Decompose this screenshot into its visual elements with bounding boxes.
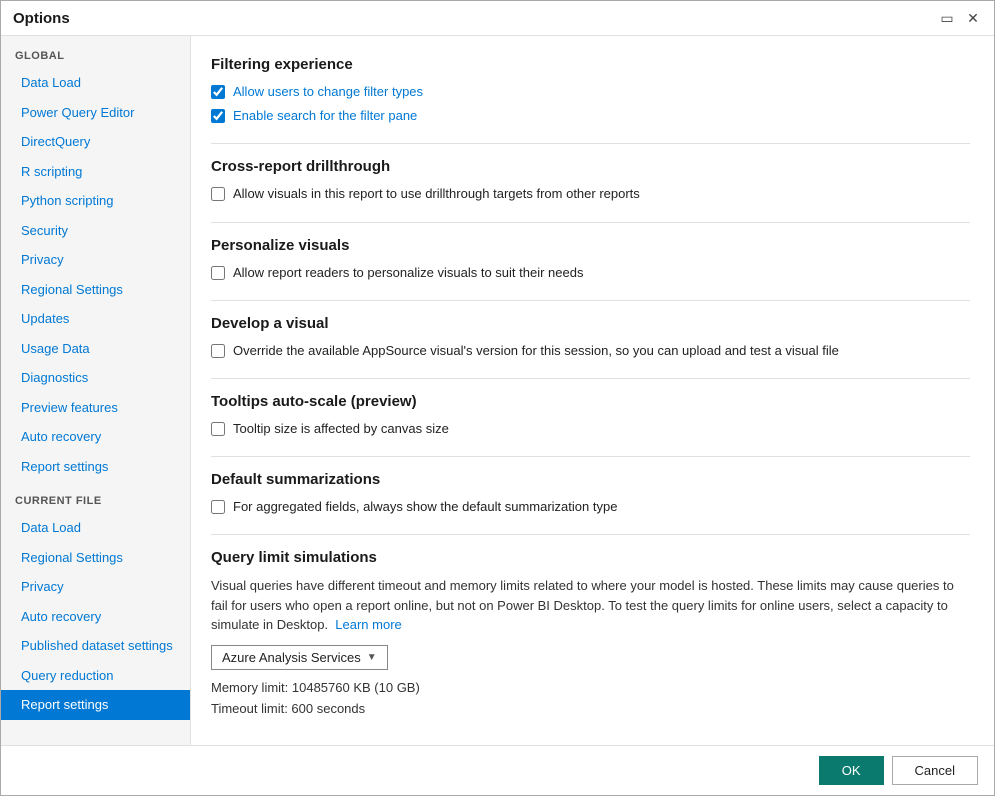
label-aggregated-fields: For aggregated fields, always show the d… bbox=[233, 498, 617, 516]
main-scroll-area[interactable]: Filtering experience Allow users to chan… bbox=[191, 36, 994, 745]
global-section-header: GLOBAL bbox=[1, 36, 190, 68]
section-default-summarizations: Default summarizations For aggregated fi… bbox=[211, 471, 970, 516]
section-tooltips: Tooltips auto-scale (preview) Tooltip si… bbox=[211, 393, 970, 438]
section-title-cross-report: Cross-report drillthrough bbox=[211, 158, 970, 175]
sidebar-item-report-settings-global[interactable]: Report settings bbox=[1, 452, 190, 482]
query-limit-description: Visual queries have different timeout an… bbox=[211, 576, 970, 635]
sidebar-item-preview-features[interactable]: Preview features bbox=[1, 393, 190, 423]
label-allow-drillthrough: Allow visuals in this report to use dril… bbox=[233, 185, 640, 203]
section-develop-visual: Develop a visual Override the available … bbox=[211, 315, 970, 360]
cancel-button[interactable]: Cancel bbox=[892, 756, 978, 785]
options-dialog: Options ▭ ✕ GLOBAL Data Load Power Query… bbox=[0, 0, 995, 796]
section-title-default-summarizations: Default summarizations bbox=[211, 471, 970, 488]
divider-2 bbox=[211, 222, 970, 223]
sidebar-item-cf-data-load[interactable]: Data Load bbox=[1, 513, 190, 543]
section-title-personalize: Personalize visuals bbox=[211, 237, 970, 254]
sidebar-item-data-load[interactable]: Data Load bbox=[1, 68, 190, 98]
current-file-section-header: CURRENT FILE bbox=[1, 481, 190, 513]
sidebar: GLOBAL Data Load Power Query Editor Dire… bbox=[1, 36, 191, 745]
capacity-dropdown[interactable]: Azure Analysis Services ▼ bbox=[211, 645, 388, 670]
checkbox-enable-search-filter[interactable] bbox=[211, 109, 225, 123]
divider-6 bbox=[211, 534, 970, 535]
label-enable-search-filter: Enable search for the filter pane bbox=[233, 107, 417, 125]
section-title-tooltips: Tooltips auto-scale (preview) bbox=[211, 393, 970, 410]
sidebar-item-updates[interactable]: Updates bbox=[1, 304, 190, 334]
timeout-limit: Timeout limit: 600 seconds bbox=[211, 699, 970, 720]
checkbox-allow-personalize[interactable] bbox=[211, 266, 225, 280]
dropdown-value: Azure Analysis Services bbox=[222, 650, 361, 665]
section-title-query-limit: Query limit simulations bbox=[211, 549, 970, 566]
section-title-develop-visual: Develop a visual bbox=[211, 315, 970, 332]
label-override-appsource: Override the available AppSource visual'… bbox=[233, 342, 839, 360]
memory-limit: Memory limit: 10485760 KB (10 GB) bbox=[211, 678, 970, 699]
checkbox-row-enable-search: Enable search for the filter pane bbox=[211, 107, 970, 125]
divider-1 bbox=[211, 143, 970, 144]
checkbox-row-personalize: Allow report readers to personalize visu… bbox=[211, 264, 970, 282]
title-bar: Options ▭ ✕ bbox=[1, 1, 994, 36]
checkbox-allow-filter-types[interactable] bbox=[211, 85, 225, 99]
label-tooltip-canvas: Tooltip size is affected by canvas size bbox=[233, 420, 449, 438]
sidebar-item-usage-data[interactable]: Usage Data bbox=[1, 334, 190, 364]
dialog-title: Options bbox=[13, 10, 70, 27]
window-controls: ▭ ✕ bbox=[938, 9, 982, 27]
checkbox-row-tooltip: Tooltip size is affected by canvas size bbox=[211, 420, 970, 438]
sidebar-item-directquery[interactable]: DirectQuery bbox=[1, 127, 190, 157]
section-filtering-experience: Filtering experience Allow users to chan… bbox=[211, 56, 970, 125]
sidebar-item-cf-report-settings[interactable]: Report settings bbox=[1, 690, 190, 720]
chevron-down-icon: ▼ bbox=[367, 652, 377, 663]
sidebar-item-auto-recovery[interactable]: Auto recovery bbox=[1, 422, 190, 452]
divider-3 bbox=[211, 300, 970, 301]
sidebar-item-regional-settings[interactable]: Regional Settings bbox=[1, 275, 190, 305]
sidebar-item-cf-auto-recovery[interactable]: Auto recovery bbox=[1, 602, 190, 632]
dialog-footer: OK Cancel bbox=[1, 745, 994, 795]
section-title-filtering: Filtering experience bbox=[211, 56, 970, 73]
sidebar-item-cf-privacy[interactable]: Privacy bbox=[1, 572, 190, 602]
content-area: GLOBAL Data Load Power Query Editor Dire… bbox=[1, 36, 994, 745]
sidebar-item-diagnostics[interactable]: Diagnostics bbox=[1, 363, 190, 393]
checkbox-row-summarizations: For aggregated fields, always show the d… bbox=[211, 498, 970, 516]
minimize-button[interactable]: ▭ bbox=[938, 9, 956, 27]
checkbox-row-allow-filter: Allow users to change filter types bbox=[211, 83, 970, 101]
sidebar-item-cf-published-dataset[interactable]: Published dataset settings bbox=[1, 631, 190, 661]
checkbox-row-cross-report: Allow visuals in this report to use dril… bbox=[211, 185, 970, 203]
checkbox-allow-drillthrough[interactable] bbox=[211, 187, 225, 201]
label-allow-filter-types: Allow users to change filter types bbox=[233, 83, 423, 101]
sidebar-item-r-scripting[interactable]: R scripting bbox=[1, 157, 190, 187]
section-query-limit: Query limit simulations Visual queries h… bbox=[211, 549, 970, 719]
sidebar-item-power-query-editor[interactable]: Power Query Editor bbox=[1, 98, 190, 128]
label-allow-personalize: Allow report readers to personalize visu… bbox=[233, 264, 583, 282]
checkbox-tooltip-canvas[interactable] bbox=[211, 422, 225, 436]
close-button[interactable]: ✕ bbox=[964, 9, 982, 27]
sidebar-item-cf-regional-settings[interactable]: Regional Settings bbox=[1, 543, 190, 573]
section-personalize: Personalize visuals Allow report readers… bbox=[211, 237, 970, 282]
sidebar-item-cf-query-reduction[interactable]: Query reduction bbox=[1, 661, 190, 691]
sidebar-item-privacy[interactable]: Privacy bbox=[1, 245, 190, 275]
divider-5 bbox=[211, 456, 970, 457]
checkbox-aggregated-fields[interactable] bbox=[211, 500, 225, 514]
checkbox-override-appsource[interactable] bbox=[211, 344, 225, 358]
ok-button[interactable]: OK bbox=[819, 756, 884, 785]
main-panel: Filtering experience Allow users to chan… bbox=[191, 36, 994, 745]
divider-4 bbox=[211, 378, 970, 379]
learn-more-link[interactable]: Learn more bbox=[335, 617, 401, 632]
checkbox-row-develop-visual: Override the available AppSource visual'… bbox=[211, 342, 970, 360]
sidebar-item-security[interactable]: Security bbox=[1, 216, 190, 246]
section-cross-report: Cross-report drillthrough Allow visuals … bbox=[211, 158, 970, 203]
sidebar-item-python-scripting[interactable]: Python scripting bbox=[1, 186, 190, 216]
